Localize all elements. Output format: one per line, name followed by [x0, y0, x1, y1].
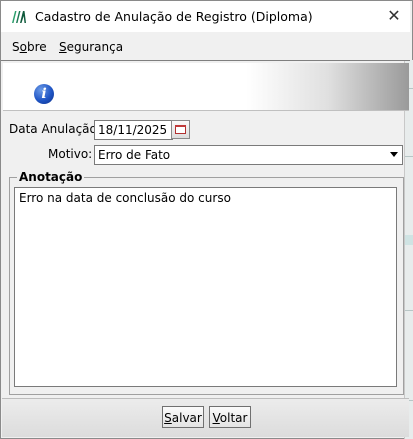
menu-seguranca-mnemonic: S [59, 40, 67, 54]
save-label: alvar [171, 411, 202, 425]
header-banner [3, 63, 409, 111]
menu-seguranca[interactable]: Segurança [59, 40, 123, 54]
title-bar: Cadastro de Anulação de Registro (Diplom… [1, 1, 410, 32]
close-button[interactable]: ✕ [382, 5, 406, 27]
motivo-selected-value: Erro de Fato [98, 148, 171, 162]
date-field[interactable]: 18/11/2025 [94, 120, 173, 140]
info-icon: i [34, 84, 54, 104]
calendar-icon [175, 125, 186, 134]
background-window-edge [404, 60, 413, 439]
button-bar [2, 398, 409, 437]
save-button[interactable]: Salvar [162, 406, 204, 428]
motivo-label: Motivo: [48, 147, 93, 161]
back-mnemonic: V [212, 411, 220, 425]
menu-sobre-label-a: S [12, 40, 20, 54]
back-button[interactable]: Voltar [209, 406, 251, 428]
menu-bar: Sobre Segurança [1, 32, 410, 61]
anotacao-legend: Anotação [17, 170, 85, 184]
back-label: oltar [219, 411, 248, 425]
menu-seguranca-label: egurança [66, 40, 124, 54]
anotacao-textarea[interactable]: Erro na data de conclusão do curso [14, 187, 397, 387]
menu-sobre-mnemonic: o [19, 40, 27, 54]
motivo-select[interactable]: Erro de Fato [94, 145, 403, 165]
save-mnemonic: S [164, 411, 172, 425]
menu-sobre[interactable]: Sobre [12, 40, 47, 54]
close-icon: ✕ [387, 6, 401, 25]
date-label: Data Anulação: [9, 122, 101, 136]
menu-sobre-label-b: bre [26, 40, 47, 54]
calendar-button[interactable] [171, 120, 190, 139]
chevron-down-icon [390, 152, 398, 157]
window-title: Cadastro de Anulação de Registro (Diplom… [35, 9, 313, 24]
app-logo-icon [12, 11, 26, 23]
